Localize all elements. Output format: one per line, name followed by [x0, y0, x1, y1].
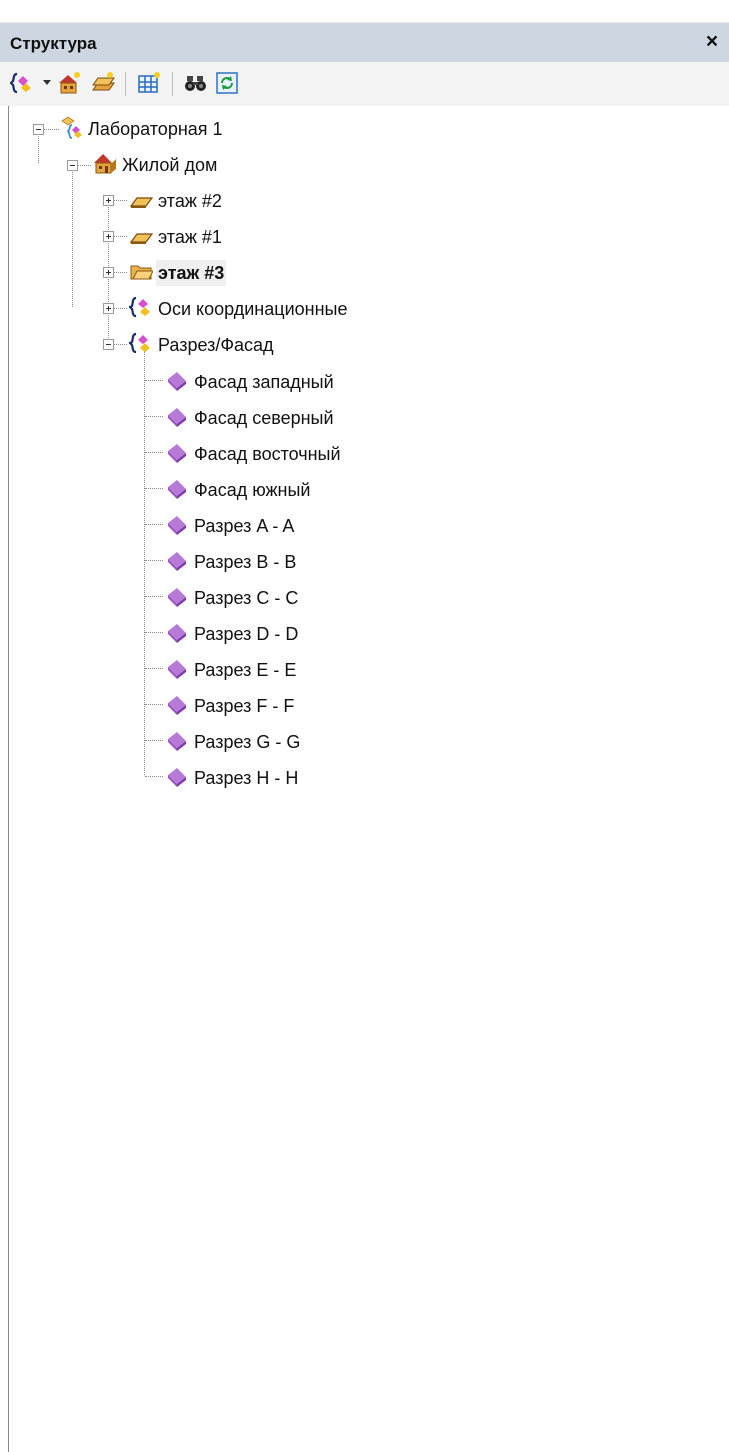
tree-connector: [145, 416, 163, 417]
section-view-icon: [165, 620, 189, 644]
floor-icon: [129, 223, 153, 247]
tree-node-section-item[interactable]: Фасад северный: [192, 405, 336, 431]
panel-title: Структура: [10, 34, 97, 53]
structure-menu-dropdown-icon[interactable]: [43, 80, 51, 85]
section-view-icon: [165, 368, 189, 392]
braces-icon: [129, 331, 153, 355]
tree-connector: [145, 380, 163, 381]
tree-node-axes[interactable]: Оси координационные: [156, 296, 349, 322]
tree-node-building[interactable]: Жилой дом: [120, 152, 219, 178]
tree-connector: [72, 172, 73, 307]
tree-connector: [145, 632, 163, 633]
root-collapse-toggle[interactable]: [33, 124, 44, 135]
floor-expand-toggle[interactable]: [103, 267, 114, 278]
tree-connector: [145, 596, 163, 597]
tree-node-project[interactable]: Лабораторная 1: [86, 116, 225, 142]
section-view-icon: [165, 692, 189, 716]
project-icon: [59, 115, 83, 139]
floor-icon: [129, 187, 153, 211]
tree-node-floor-selected[interactable]: этаж #3: [156, 260, 227, 286]
grid-icon[interactable]: [136, 70, 162, 96]
tree-connector: [145, 704, 163, 705]
tree-node-section-item[interactable]: Фасад южный: [192, 477, 312, 503]
tree-connector: [145, 524, 163, 525]
sections-collapse-toggle[interactable]: [103, 339, 114, 350]
section-view-icon: [165, 584, 189, 608]
tree-node-section-item[interactable]: Фасад западный: [192, 369, 336, 395]
section-view-icon: [165, 656, 189, 680]
tree-connector: [145, 452, 163, 453]
add-floor-icon[interactable]: [90, 70, 116, 96]
section-view-icon: [165, 404, 189, 428]
section-view-icon: [165, 548, 189, 572]
panel-titlebar: Структура ×: [0, 23, 729, 62]
tree-connector: [145, 776, 163, 777]
tree-node-section-item[interactable]: Разрез D - D: [192, 621, 300, 647]
tree-connector: [38, 136, 39, 163]
section-view-icon: [165, 764, 189, 788]
tree-node-floor[interactable]: этаж #1: [156, 224, 224, 250]
section-view-icon: [165, 728, 189, 752]
tree-node-section-item[interactable]: Фасад восточный: [192, 441, 343, 467]
tree-connector: [144, 351, 145, 775]
tree-node-section-item[interactable]: Разрез C - C: [192, 585, 300, 611]
tree-connector: [145, 560, 163, 561]
structure-tree: Лабораторная 1 Жилой дом этаж #2 этаж #1: [9, 106, 729, 1452]
tree-connector: [145, 740, 163, 741]
tree-node-section-item[interactable]: Разрез H - H: [192, 765, 300, 791]
building-collapse-toggle[interactable]: [67, 160, 78, 171]
panel-toolbar: [0, 62, 729, 106]
floor-expand-toggle[interactable]: [103, 195, 114, 206]
open-floor-icon: [129, 259, 153, 283]
axes-expand-toggle[interactable]: [103, 303, 114, 314]
floor-expand-toggle[interactable]: [103, 231, 114, 242]
tree-connector: [145, 488, 163, 489]
close-button[interactable]: ×: [699, 28, 725, 56]
house-icon: [93, 151, 117, 175]
tree-connector: [145, 668, 163, 669]
tree-node-section-item[interactable]: Разрез E - E: [192, 657, 298, 683]
tree-node-section-item[interactable]: Разрез G - G: [192, 729, 302, 755]
structure-menu-icon[interactable]: [10, 70, 36, 96]
section-view-icon: [165, 440, 189, 464]
tree-node-section-item[interactable]: Разрез F - F: [192, 693, 296, 719]
tree-node-section-item[interactable]: Разрез B - B: [192, 549, 298, 575]
top-strip: [0, 0, 729, 23]
add-building-icon[interactable]: [56, 70, 82, 96]
toolbar-separator: [172, 72, 173, 96]
refresh-icon[interactable]: [214, 70, 240, 96]
braces-icon: [129, 295, 153, 319]
find-icon[interactable]: [183, 70, 209, 96]
tree-node-section-item[interactable]: Разрез A - A: [192, 513, 296, 539]
tree-node-sections[interactable]: Разрез/Фасад: [156, 332, 276, 358]
tree-node-floor[interactable]: этаж #2: [156, 188, 224, 214]
section-view-icon: [165, 512, 189, 536]
structure-panel: Структура × Лабораторная 1 Жилой дом эта…: [0, 0, 729, 1452]
toolbar-separator: [125, 72, 126, 96]
section-view-icon: [165, 476, 189, 500]
